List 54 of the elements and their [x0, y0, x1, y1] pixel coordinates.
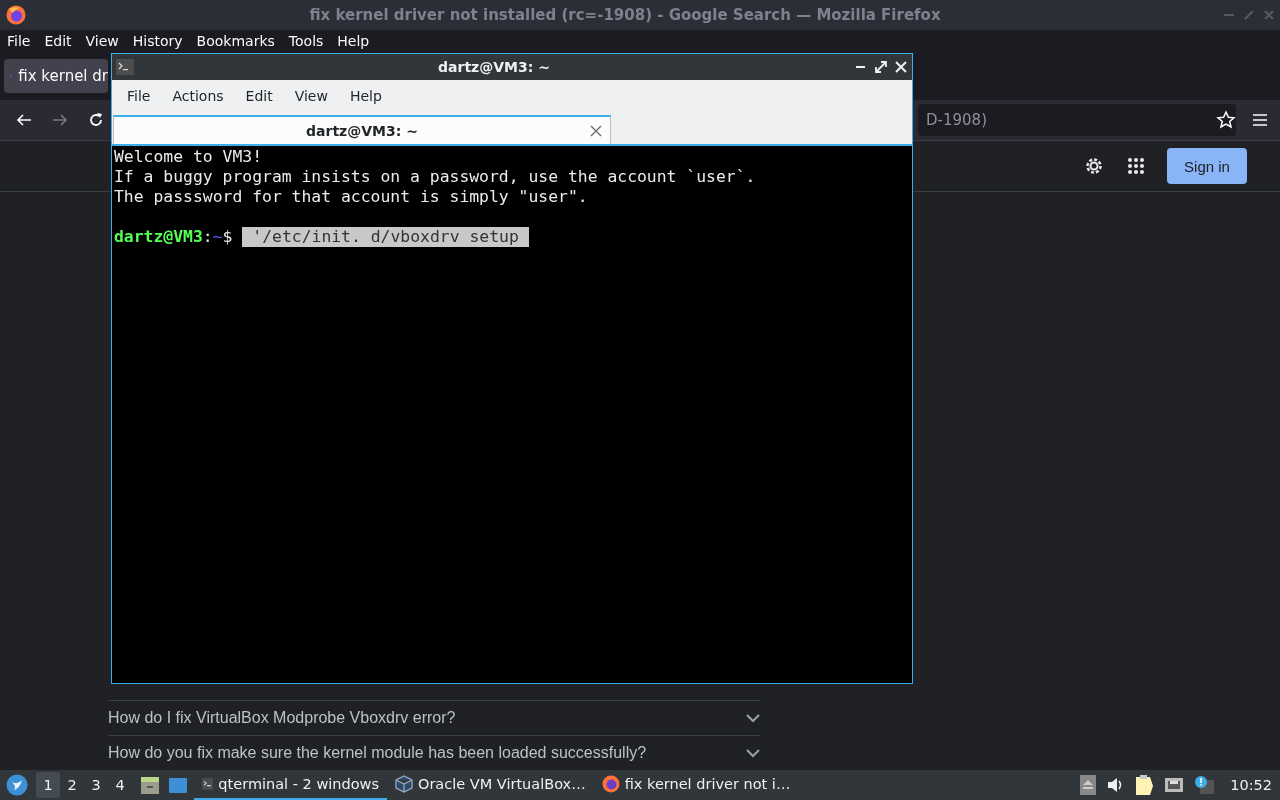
cube-icon: [395, 775, 413, 793]
menu-item[interactable]: History: [132, 33, 183, 49]
menu-item[interactable]: Actions: [161, 88, 235, 104]
forward-arrow-icon: [52, 112, 68, 128]
terminal-line: Welcome to VM3!: [114, 147, 263, 167]
settings-icon[interactable]: [1083, 155, 1105, 177]
menu-item[interactable]: Edit: [44, 33, 72, 49]
eject-icon[interactable]: [1080, 775, 1097, 795]
window-title: fix kernel driver not installed (rc=-1908) - Google Search — Mozilla Firefox: [308, 6, 942, 24]
terminal-icon: [116, 59, 134, 75]
menu-icon: [1252, 113, 1268, 127]
desktop-switch[interactable]: 1: [36, 772, 60, 798]
terminal-prompt: dartz@VM3:~$: [114, 227, 234, 247]
browser-tab[interactable]: fix kernel dr: [4, 59, 108, 93]
menu-item[interactable]: Bookmarks: [196, 33, 275, 49]
window-title: dartz@VM3: ~: [437, 59, 551, 75]
menu-item[interactable]: View: [283, 88, 339, 104]
network-icon[interactable]: [1164, 776, 1185, 794]
desktop-switch[interactable]: 4: [108, 772, 132, 798]
back-arrow-icon: [16, 112, 32, 128]
desktop-switch[interactable]: 3: [84, 772, 108, 798]
star-icon[interactable]: [1216, 110, 1236, 130]
clock[interactable]: 10:52: [1230, 777, 1272, 793]
task-button[interactable]: qterminal - 2 windows: [194, 770, 387, 800]
reload-icon: [88, 112, 104, 128]
menu-item[interactable]: File: [7, 33, 31, 49]
question-row[interactable]: How do I fix VirtualBox Modprobe Vboxdrv error?: [108, 700, 760, 735]
clipboard-icon[interactable]: [1134, 774, 1155, 796]
close-icon[interactable]: [590, 125, 602, 137]
firefox-icon: [6, 5, 26, 25]
menu-item[interactable]: Help: [337, 33, 370, 49]
apps-grid-icon[interactable]: [1127, 157, 1145, 175]
update-notice-icon[interactable]: [1194, 775, 1215, 795]
chevron-icon: [746, 713, 760, 723]
menu-item[interactable]: Edit: [234, 88, 284, 104]
chevron-icon: [746, 748, 760, 758]
terminal-line: If a buggy program insists on a password, use the account `user`.: [114, 167, 756, 187]
menu-item[interactable]: File: [116, 88, 162, 104]
desktop-icon[interactable]: [168, 775, 188, 795]
task-button[interactable]: Oracle VM VirtualBox…: [387, 770, 594, 800]
address-bar[interactable]: D-1908): [918, 104, 1236, 136]
terminal-icon: [202, 775, 214, 793]
task-button[interactable]: fix kernel driver not i…: [593, 770, 799, 800]
menu-item[interactable]: Help: [338, 88, 393, 104]
menu-item[interactable]: View: [85, 33, 119, 49]
desktop-switch[interactable]: 2: [60, 772, 84, 798]
menu-item[interactable]: Tools: [288, 33, 324, 49]
file-cabinet-icon[interactable]: [140, 775, 160, 795]
terminal-line: The passsword for that account is simply "user".: [114, 187, 588, 207]
terminal-command: '/etc/init. d/vboxdrv setup: [242, 227, 529, 247]
terminal-tab[interactable]: dartz@VM3: ~: [113, 115, 611, 144]
start-menu-icon[interactable]: [6, 774, 28, 796]
firefox-icon: [601, 775, 620, 793]
sign-in-button[interactable]: Sign in: [1167, 148, 1247, 184]
